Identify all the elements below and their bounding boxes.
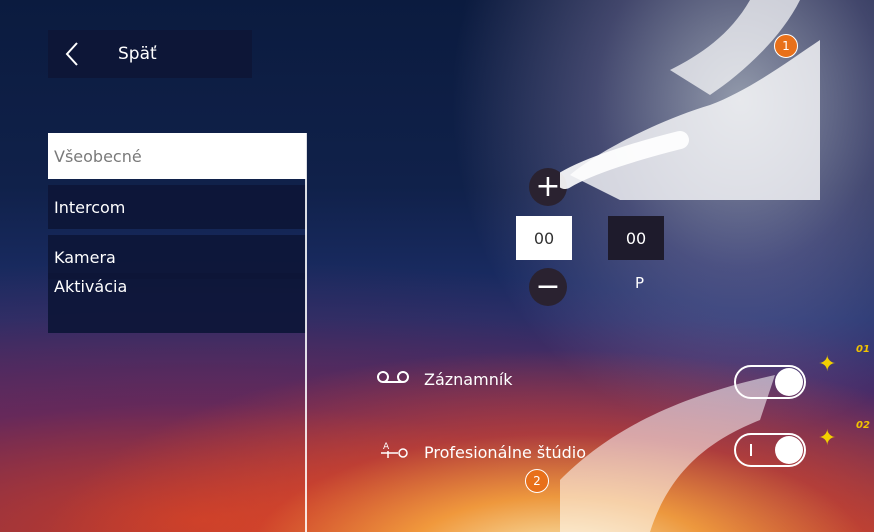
minute-field[interactable]: 00 (608, 216, 664, 260)
settings-menu: Všeobecné Intercom Kamera Aktivácia (48, 133, 306, 339)
menu-divider (305, 133, 307, 532)
hour-field[interactable]: 00 (516, 216, 572, 260)
sparkle-icon: ✦ (818, 426, 837, 451)
menu-item-label: Všeobecné (54, 146, 142, 166)
voicemail-icon (376, 370, 410, 388)
studio-toggle[interactable] (734, 433, 806, 467)
menu-item-activation[interactable]: Aktivácia (48, 273, 306, 333)
pointing-hand-icon (560, 0, 820, 200)
decrement-button[interactable]: − (529, 268, 567, 306)
svg-text:A: A (383, 442, 390, 452)
menu-item-intercom[interactable]: Intercom (48, 185, 306, 229)
callout-badge-1: 01 (856, 344, 870, 355)
toggle-knob (775, 436, 803, 464)
toggle-on-mark (750, 444, 752, 456)
menu-item-general[interactable]: Všeobecné (48, 133, 306, 179)
chevron-left-icon (64, 40, 80, 68)
menu-item-label: Aktivácia (54, 277, 128, 296)
studio-label: Profesionálne štúdio (424, 443, 587, 462)
voicemail-toggle[interactable] (734, 365, 806, 399)
studio-icon: A (380, 440, 410, 464)
voicemail-label: Záznamník (424, 370, 513, 389)
step-marker-2: 2 (525, 469, 549, 493)
increment-button[interactable]: + (529, 168, 567, 206)
sparkle-icon: ✦ (818, 352, 837, 377)
menu-item-label: Intercom (54, 197, 126, 217)
toggle-knob (775, 368, 803, 396)
step-marker-1: 1 (774, 34, 798, 58)
callout-badge-2: 02 (856, 420, 870, 431)
unit-label: P (635, 274, 645, 292)
back-label: Späť (118, 44, 157, 64)
menu-item-label: Kamera (54, 247, 116, 267)
back-button[interactable]: Späť (48, 30, 252, 78)
